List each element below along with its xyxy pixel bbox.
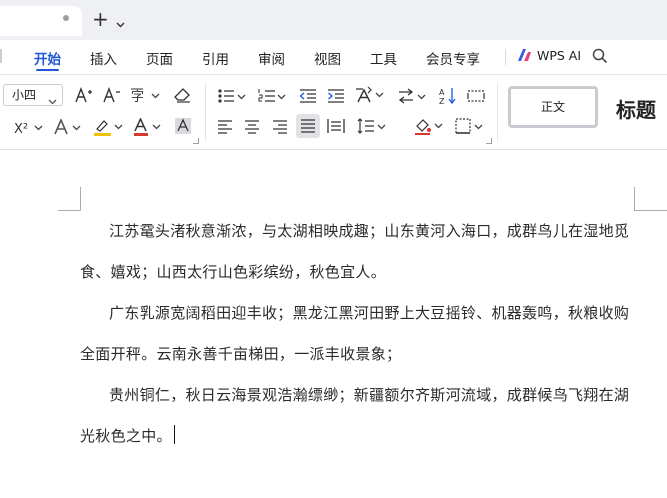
style-normal[interactable]: 正文 — [508, 86, 598, 128]
ribbon-toolbar: 小四 字 X² A Z 正文 标题 — [0, 75, 667, 150]
margin-mark — [634, 187, 635, 211]
shading-icon[interactable] — [414, 117, 444, 135]
margin-mark — [80, 187, 81, 211]
font-size-value: 小四 — [12, 88, 37, 102]
divider — [0, 49, 2, 63]
chevron-down-icon[interactable] — [116, 13, 125, 32]
highlight-icon[interactable] — [94, 118, 124, 136]
show-marks-icon[interactable] — [467, 87, 485, 105]
paragraph[interactable]: 贵州铜仁，秋日云海景观浩瀚缥缈；新疆额尔齐斯河流域，成群候鸟飞翔在湖光秋色之中。 — [80, 375, 640, 457]
distributed-align-icon[interactable] — [327, 117, 345, 135]
wps-ai-label: WPS AI — [537, 48, 582, 63]
close-tab-icon[interactable] — [63, 15, 69, 21]
superscript-icon[interactable]: X² — [14, 118, 44, 136]
wps-ai-button[interactable]: WPS AI — [517, 48, 581, 65]
styles-gallery: 正文 标题 — [506, 84, 667, 138]
align-right-icon[interactable] — [272, 118, 288, 136]
phonetic-guide-icon[interactable]: 字 — [131, 86, 161, 104]
menu-tools[interactable]: 工具 — [370, 48, 397, 68]
style-title[interactable]: 标题 — [616, 94, 656, 123]
menu-member[interactable]: 会员专享 — [426, 48, 480, 68]
sort-az-icon[interactable]: AZ — [439, 87, 457, 105]
text-caret — [173, 425, 176, 444]
align-center-icon[interactable] — [244, 118, 260, 136]
paragraph[interactable]: 江苏鼋头渚秋意渐浓，与太湖相映成趣；山东黄河入海口，成群鸟儿在湿地觅食、嬉戏；山… — [80, 211, 640, 293]
sort-icon[interactable] — [398, 87, 428, 105]
tab-strip: + — [0, 0, 667, 40]
new-tab-button[interactable]: + — [92, 9, 109, 29]
font-dialog-launcher[interactable] — [193, 138, 199, 144]
grow-font-icon[interactable] — [75, 86, 93, 104]
document-canvas[interactable]: 江苏鼋头渚秋意渐浓，与太湖相映成趣；山东黄河入海口，成群鸟儿在湿地觅食、嬉戏；山… — [0, 150, 667, 498]
shrink-font-icon[interactable] — [103, 86, 121, 104]
font-size-select[interactable]: 小四 — [3, 84, 63, 106]
divider — [205, 83, 206, 141]
char-shading-icon[interactable] — [174, 117, 192, 135]
menu-review[interactable]: 审阅 — [258, 48, 285, 68]
paragraph[interactable]: 广东乳源宽阔稻田迎丰收；黑龙江黑河田野上大豆摇铃、机器轰鸣，秋粮收购全面开秤。云… — [80, 293, 640, 375]
search-icon[interactable] — [592, 48, 608, 68]
document-body[interactable]: 江苏鼋头渚秋意渐浓，与太湖相映成趣；山东黄河入海口，成群鸟儿在湿地觅食、嬉戏；山… — [80, 211, 640, 457]
wps-ai-logo-icon — [517, 48, 533, 65]
divider — [505, 49, 506, 65]
chevron-down-icon — [48, 91, 57, 111]
text-direction-icon[interactable] — [355, 86, 385, 104]
line-spacing-icon[interactable] — [357, 117, 387, 135]
margin-mark — [58, 210, 80, 211]
svg-text:Z: Z — [439, 97, 445, 105]
paragraph-text: 贵州铜仁，秋日云海景观浩瀚缥缈；新疆额尔齐斯河流域，成群候鸟飞翔在湖光秋色之中。 — [80, 386, 630, 445]
menu-home[interactable]: 开始 — [34, 48, 61, 71]
numbered-list-icon[interactable] — [258, 87, 288, 105]
bullet-list-icon[interactable] — [218, 87, 248, 105]
svg-text:X²: X² — [14, 122, 28, 135]
increase-indent-icon[interactable] — [327, 87, 345, 105]
menu-insert[interactable]: 插入 — [90, 48, 117, 68]
justify-icon[interactable] — [296, 114, 320, 138]
divider — [497, 83, 498, 141]
paragraph-dialog-launcher[interactable] — [486, 138, 492, 144]
font-color-icon[interactable] — [133, 118, 163, 136]
svg-text:字: 字 — [131, 90, 144, 103]
menu-page[interactable]: 页面 — [146, 48, 173, 68]
menu-view[interactable]: 视图 — [314, 48, 341, 68]
menu-references[interactable]: 引用 — [202, 48, 229, 68]
clear-format-icon[interactable] — [174, 86, 192, 104]
borders-icon[interactable] — [455, 117, 485, 135]
menu-bar: 开始 插入 页面 引用 审阅 视图 工具 会员专享 WPS AI — [0, 40, 667, 75]
svg-text:A: A — [439, 88, 445, 97]
text-effect-icon[interactable] — [54, 118, 84, 136]
decrease-indent-icon[interactable] — [299, 87, 317, 105]
document-tab[interactable] — [0, 6, 82, 36]
align-left-icon[interactable] — [217, 118, 233, 136]
